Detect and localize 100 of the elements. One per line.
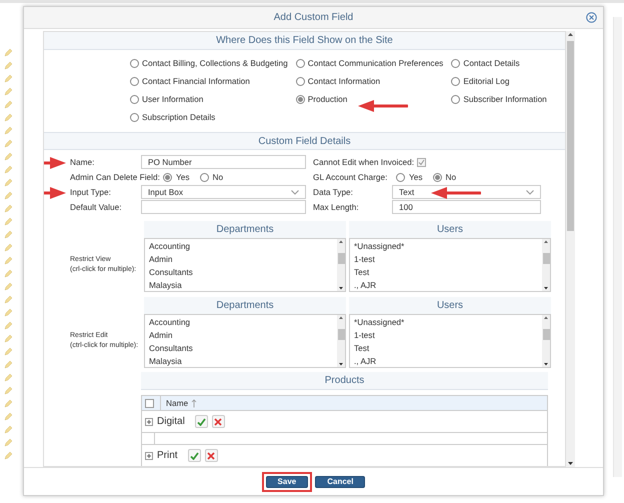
list-item[interactable]: Malaysia [149, 355, 337, 368]
option-label: No [446, 170, 456, 184]
list-heading: Departments [144, 221, 346, 238]
checkmark-icon [196, 418, 206, 426]
scroll-down-icon[interactable] [543, 361, 549, 367]
list-heading: Users [349, 221, 551, 238]
list-item[interactable]: Consultants [149, 342, 337, 355]
section-heading: Custom Field Details [44, 132, 565, 150]
scrollbar[interactable] [337, 239, 345, 291]
close-icon [207, 452, 216, 460]
list-box[interactable]: *Unassigned* 1-test Test ., AJR [349, 314, 551, 368]
scroll-down-icon[interactable] [338, 361, 344, 367]
list-item[interactable]: ., AJR [354, 355, 542, 368]
field-label: Input Type: [70, 186, 111, 198]
sort-arrow-icon[interactable] [191, 398, 198, 408]
caret-icon [291, 190, 299, 194]
input-field[interactable]: PO Number [141, 155, 306, 169]
list-box[interactable]: Accounting Admin Consultants Malaysia [144, 238, 346, 292]
scrollbar[interactable] [542, 315, 550, 367]
radio-button[interactable] [296, 58, 305, 68]
checkbox[interactable] [417, 158, 426, 166]
list-item[interactable]: ., AJR [354, 279, 542, 292]
cancel-button[interactable]: Cancel [315, 476, 366, 488]
radio-button[interactable] [130, 94, 139, 104]
radio-button[interactable] [296, 76, 305, 86]
radio-button[interactable] [451, 58, 460, 68]
option-label: No [212, 170, 224, 184]
option-label: Production [308, 92, 348, 106]
radio-button[interactable] [451, 76, 460, 86]
radio-button[interactable] [396, 172, 405, 182]
radio-button[interactable] [130, 76, 139, 86]
delete-button[interactable] [204, 449, 218, 462]
option-label: Contact Communication Preferences [308, 56, 444, 70]
scrollbar[interactable] [566, 31, 575, 467]
option-label: Contact Information [308, 74, 380, 88]
radio-button[interactable] [200, 172, 209, 182]
expand-icon[interactable] [145, 418, 153, 426]
field-label: Cannot Edit when Invoiced: [313, 156, 414, 168]
list-item[interactable]: *Unassigned* [354, 316, 542, 329]
input-field[interactable] [141, 200, 306, 214]
field-label: Default Value: [70, 200, 122, 214]
checkbox[interactable] [145, 398, 154, 408]
product-name: Digital [157, 415, 185, 429]
radio-button[interactable] [296, 94, 305, 104]
expand-icon[interactable] [145, 452, 153, 460]
input-field[interactable]: 100 [392, 200, 541, 214]
list-box[interactable]: *Unassigned* 1-test Test ., AJR [349, 238, 551, 292]
scrollbar[interactable] [337, 315, 345, 367]
caret-icon [526, 190, 534, 194]
list-item[interactable]: Test [354, 266, 542, 279]
close-icon [214, 418, 222, 426]
section-heading: Where Does this Field Show on the Site [44, 32, 565, 50]
list-item[interactable]: 1-test [354, 329, 542, 342]
scroll-up-icon[interactable] [567, 31, 574, 39]
checkmark-icon [190, 452, 199, 460]
radio-button[interactable] [130, 112, 139, 122]
option-label: Contact Details [463, 56, 520, 70]
option-label: Subscription Details [142, 110, 216, 124]
list-box[interactable]: Accounting Admin Consultants Malaysia [144, 314, 346, 368]
field-label: Name: [70, 156, 94, 168]
list-heading: Users [349, 297, 551, 314]
save-button[interactable]: Save [266, 476, 308, 488]
option-label: Contact Billing, Collections & Budgeting [142, 56, 288, 70]
delete-button[interactable] [212, 415, 225, 428]
section-heading: Products [141, 372, 548, 390]
field-label: Max Length: [313, 200, 359, 214]
close-icon[interactable] [586, 12, 597, 23]
option-label: Yes [409, 170, 423, 184]
dialog-title: Add Custom Field [274, 11, 354, 25]
list-item[interactable]: Consultants [149, 266, 337, 279]
list-item[interactable]: Accounting [149, 240, 337, 253]
scroll-down-icon[interactable] [543, 285, 549, 291]
scrollbar[interactable] [613, 17, 622, 477]
list-item[interactable]: Admin [149, 329, 337, 342]
dropdown[interactable]: Text [392, 185, 541, 199]
dropdown[interactable]: Input Box [141, 185, 306, 199]
list-item[interactable]: Admin [149, 253, 337, 266]
column-header[interactable]: Name [166, 396, 188, 410]
list-item[interactable]: *Unassigned* [354, 240, 542, 253]
list-item[interactable]: Accounting [149, 316, 337, 329]
field-label: Admin Can Delete Field: [70, 170, 160, 184]
scrollbar[interactable] [542, 239, 550, 291]
radio-button[interactable] [451, 94, 460, 104]
product-name: Print [157, 449, 178, 463]
list-item[interactable]: Malaysia [149, 279, 337, 292]
radio-button[interactable] [163, 172, 172, 182]
radio-button[interactable] [130, 58, 139, 68]
scroll-down-icon[interactable] [567, 459, 574, 467]
field-label: GL Account Charge: [313, 170, 388, 184]
option-label: Editorial Log [463, 74, 510, 88]
approve-button[interactable] [194, 415, 208, 428]
approve-button[interactable] [188, 449, 201, 462]
option-label: User Information [142, 92, 204, 106]
option-label: Contact Financial Information [142, 74, 250, 88]
list-item[interactable]: 1-test [354, 253, 542, 266]
list-heading: Departments [144, 297, 346, 314]
list-item[interactable]: Test [354, 342, 542, 355]
option-label: Subscriber Information [463, 92, 547, 106]
radio-button[interactable] [432, 172, 442, 182]
scroll-down-icon[interactable] [338, 285, 344, 291]
